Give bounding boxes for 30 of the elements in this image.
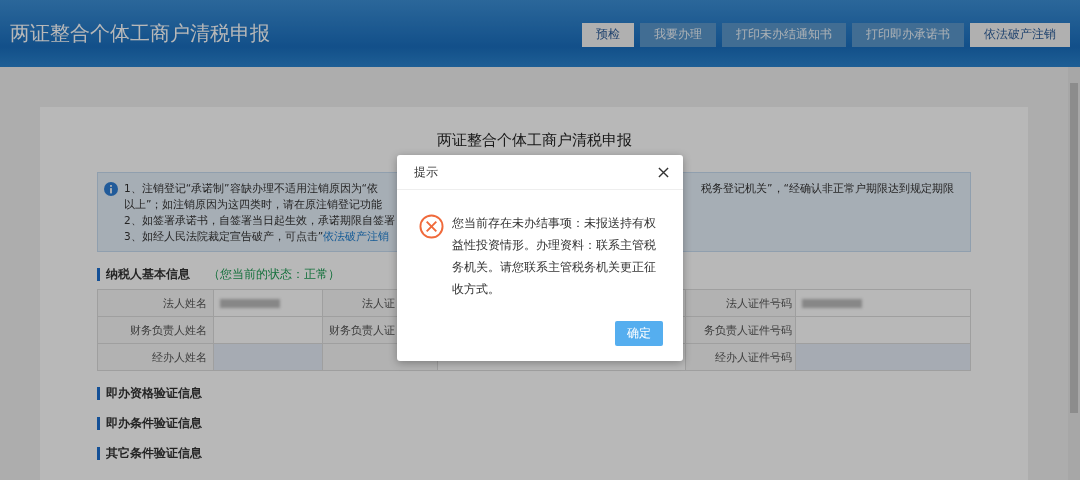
notice-text: 2、如签署承诺书，自签署当日起生效，承诺期限自签署 xyxy=(124,213,395,228)
section-title: 即办条件验证信息 xyxy=(106,415,202,432)
info-icon xyxy=(104,182,118,196)
notice-text: 3、如经人民法院裁定宣告破产，可点击” xyxy=(124,229,324,244)
toolbar-button[interactable]: 预检 xyxy=(582,22,634,47)
table-cell: 经办人证件号码 xyxy=(686,344,796,371)
scrollbar[interactable] xyxy=(1068,67,1080,480)
table-cell: 法人姓名 xyxy=(98,290,214,317)
table-cell: 财务负责人姓名 xyxy=(98,317,214,344)
close-icon[interactable] xyxy=(658,166,669,178)
dialog-message: 您当前存在未办结事项：未报送持有权益性投资情形。办理资料：联系主管税务机关。请您联系主管税务机关更正征收方式。 xyxy=(452,215,657,298)
table-cell: 务负责人证件号码 xyxy=(686,317,796,344)
table-cell: 法人证件号码 xyxy=(686,290,796,317)
form-title: 两证整合个体工商户清税申报 xyxy=(435,131,633,150)
redacted-value xyxy=(220,298,280,308)
section-title: 即办资格验证信息 xyxy=(106,385,202,402)
redacted-value xyxy=(802,298,862,308)
notice-text: 税务登记机关”，“经确认非正常户期限达到规定期限 xyxy=(701,181,954,196)
bankruptcy-link[interactable]: 依法破产注销 xyxy=(323,228,390,244)
section-title: 纳税人基本信息 xyxy=(106,266,190,283)
status-text: （您当前的状态：正常） xyxy=(208,266,340,283)
toolbar-button[interactable]: 依法破产注销 xyxy=(970,22,1070,47)
dialog-title: 提示 xyxy=(414,163,438,181)
page-title: 两证整合个体工商户清税申报 xyxy=(10,20,270,47)
confirm-button[interactable]: 确定 xyxy=(615,321,663,346)
notice-text: 以上”；如注销原因为这四类时，请在原注销登记功能 xyxy=(124,197,383,212)
table-cell: 经办人姓名 xyxy=(98,344,214,371)
error-icon xyxy=(419,214,444,239)
section-title: 其它条件验证信息 xyxy=(106,445,202,462)
notice-text: 1、注销登记“承诺制”容缺办理不适用注销原因为“依 xyxy=(124,181,378,196)
